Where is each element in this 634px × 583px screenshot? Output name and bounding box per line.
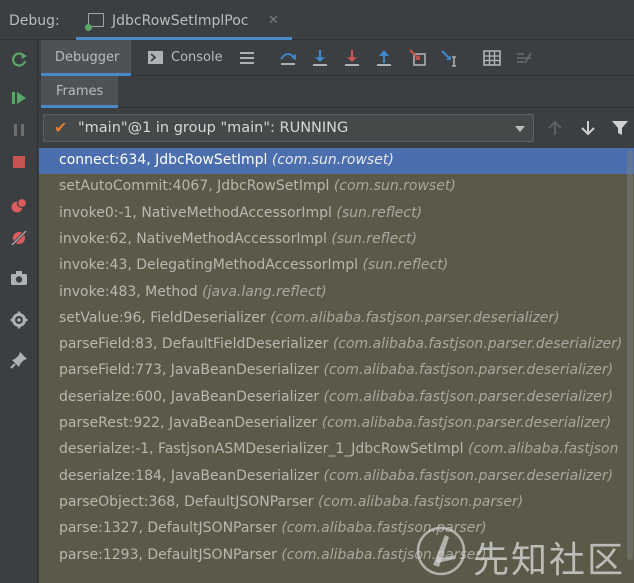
frame-method: deserialze:600, JavaBeanDeserializer: [59, 388, 320, 405]
tab-debugger[interactable]: Debugger: [41, 40, 131, 76]
pin-icon[interactable]: [9, 350, 29, 370]
run-to-cursor-icon[interactable]: [440, 48, 460, 68]
previous-frame-icon[interactable]: [546, 118, 564, 138]
view-breakpoints-icon[interactable]: [9, 196, 29, 216]
frame-method: deserialze:-1, FastjsonASMDeserializer_1…: [59, 441, 464, 458]
frame-package: (java.lang.reflect): [202, 283, 327, 300]
frame-method: invoke:62, NativeMethodAccessorImpl: [59, 230, 327, 247]
chevron-down-icon: [515, 126, 525, 132]
frame-method: invoke:483, Method: [59, 283, 198, 300]
step-out-icon[interactable]: [374, 48, 394, 68]
frame-package: (com.sun.rowset): [271, 152, 394, 168]
close-icon[interactable]: ✕: [268, 13, 279, 28]
trace-icon[interactable]: [514, 48, 534, 68]
force-step-into-icon[interactable]: [342, 48, 362, 68]
frames-list: connect:634, JdbcRowSetImpl (com.sun.row…: [39, 148, 634, 583]
stop-icon[interactable]: [9, 152, 29, 172]
run-config-icon: [85, 13, 104, 31]
frame-method: connect:634, JdbcRowSetImpl: [59, 152, 268, 168]
frame-row[interactable]: setValue:96, FieldDeserializer (com.alib…: [39, 306, 634, 332]
thread-selector-row: ✔ "main"@1 in group "main": RUNNING: [39, 108, 634, 148]
mute-breakpoints-icon[interactable]: [9, 228, 29, 248]
frame-row[interactable]: invoke:62, NativeMethodAccessorImpl (sun…: [39, 227, 634, 253]
frame-row[interactable]: invoke0:-1, NativeMethodAccessorImpl (su…: [39, 201, 634, 227]
debugger-toolbar: Debugger Console: [39, 40, 634, 76]
frames-header: Frames: [39, 76, 634, 108]
drop-frame-icon[interactable]: [408, 48, 428, 68]
settings-icon[interactable]: [9, 310, 29, 330]
frame-method: invoke0:-1, NativeMethodAccessorImpl: [59, 204, 332, 221]
left-toolbar: [0, 40, 38, 583]
pause-icon[interactable]: [9, 120, 29, 140]
filter-icon[interactable]: [611, 118, 629, 138]
thread-dropdown-value: "main"@1 in group "main": RUNNING: [78, 120, 349, 136]
frame-method: setAutoCommit:4067, JdbcRowSetImpl: [59, 178, 330, 195]
frame-method: setValue:96, FieldDeserializer: [59, 309, 266, 326]
frame-method: parseObject:368, DefaultJSONParser: [59, 493, 314, 510]
frame-package: (com.alibaba.fastjson.parser): [318, 493, 524, 510]
next-frame-icon[interactable]: [579, 118, 597, 138]
resume-icon[interactable]: [9, 88, 29, 108]
frame-row[interactable]: parseField:83, DefaultFieldDeserializer …: [39, 332, 634, 358]
frame-package: (com.alibaba.fastjson.parser.deserialize…: [321, 415, 612, 431]
frame-row[interactable]: invoke:483, Method (java.lang.reflect): [39, 280, 634, 306]
step-over-icon[interactable]: [278, 48, 298, 68]
frame-method: parse:1327, DefaultJSONParser: [59, 520, 277, 537]
watermark-text: 先知社区: [473, 540, 626, 581]
frame-method: parse:1293, DefaultJSONParser: [59, 546, 277, 563]
tab-console[interactable]: Console: [139, 40, 231, 76]
frame-package: (com.sun.rowset): [333, 178, 456, 195]
frame-row[interactable]: deserialze:-1, FastjsonASMDeserializer_1…: [39, 437, 634, 463]
frame-row[interactable]: parseRest:922, JavaBeanDeserializer (com…: [39, 411, 634, 437]
frame-package: (com.alibaba.fastjson.parser.deserialize…: [323, 467, 614, 484]
debug-toolwindow-header: Debug: JdbcRowSetImplPoc ✕: [0, 0, 634, 40]
step-into-icon[interactable]: [310, 48, 330, 68]
run-config-tab[interactable]: JdbcRowSetImplPoc ✕: [76, 4, 292, 40]
debug-label: Debug:: [9, 13, 60, 29]
frame-row[interactable]: parseField:773, JavaBeanDeserializer (co…: [39, 358, 634, 384]
run-config-tab-title: JdbcRowSetImplPoc: [112, 13, 249, 29]
frame-row[interactable]: connect:634, JdbcRowSetImpl (com.sun.row…: [39, 148, 634, 174]
console-icon: [148, 51, 163, 64]
watermark: 先知社区: [395, 525, 634, 581]
thread-running-check-icon: ✔: [54, 118, 68, 137]
show-execution-point-icon[interactable]: [237, 48, 257, 68]
frame-method: parseRest:922, JavaBeanDeserializer: [59, 415, 318, 431]
thread-dropdown[interactable]: ✔ "main"@1 in group "main": RUNNING: [43, 114, 534, 142]
frame-method: parseField:773, JavaBeanDeserializer: [59, 362, 320, 379]
tab-console-label: Console: [171, 50, 223, 65]
frame-package: (sun.reflect): [362, 257, 449, 274]
tab-frames[interactable]: Frames: [41, 76, 119, 108]
frame-method: deserialze:184, JavaBeanDeserializer: [59, 467, 320, 484]
tab-debugger-label: Debugger: [55, 50, 120, 65]
frame-row[interactable]: setAutoCommit:4067, JdbcRowSetImpl (com.…: [39, 174, 634, 200]
rerun-icon[interactable]: [9, 50, 29, 70]
tab-frames-label: Frames: [56, 84, 104, 99]
frame-row[interactable]: invoke:43, DelegatingMethodAccessorImpl …: [39, 253, 634, 279]
frame-package: (com.alibaba.fastjson.parser.deserialize…: [270, 309, 560, 326]
frame-package: (com.alibaba.fastjson.parser.deserialize…: [332, 336, 623, 353]
frame-package: (com.alibaba.fastjson.parser.deserialize…: [323, 388, 614, 405]
frame-method: invoke:43, DelegatingMethodAccessorImpl: [59, 257, 359, 274]
evaluate-icon[interactable]: [482, 48, 502, 68]
scrollbar-thumb[interactable]: [627, 150, 633, 560]
frame-package: (com.alibaba.fastjson: [467, 441, 619, 458]
watermark-logo-icon: [416, 526, 466, 576]
frame-row[interactable]: deserialze:184, JavaBeanDeserializer (co…: [39, 464, 634, 490]
frame-method: parseField:83, DefaultFieldDeserializer: [59, 336, 329, 353]
frames-scrollbar[interactable]: [626, 148, 634, 568]
frame-row[interactable]: parseObject:368, DefaultJSONParser (com.…: [39, 490, 634, 516]
frame-package: (sun.reflect): [331, 230, 417, 247]
frame-package: (sun.reflect): [336, 204, 423, 221]
frame-row[interactable]: deserialze:600, JavaBeanDeserializer (co…: [39, 385, 634, 411]
camera-icon[interactable]: [9, 268, 29, 288]
frame-package: (com.alibaba.fastjson.parser.deserialize…: [323, 362, 614, 379]
